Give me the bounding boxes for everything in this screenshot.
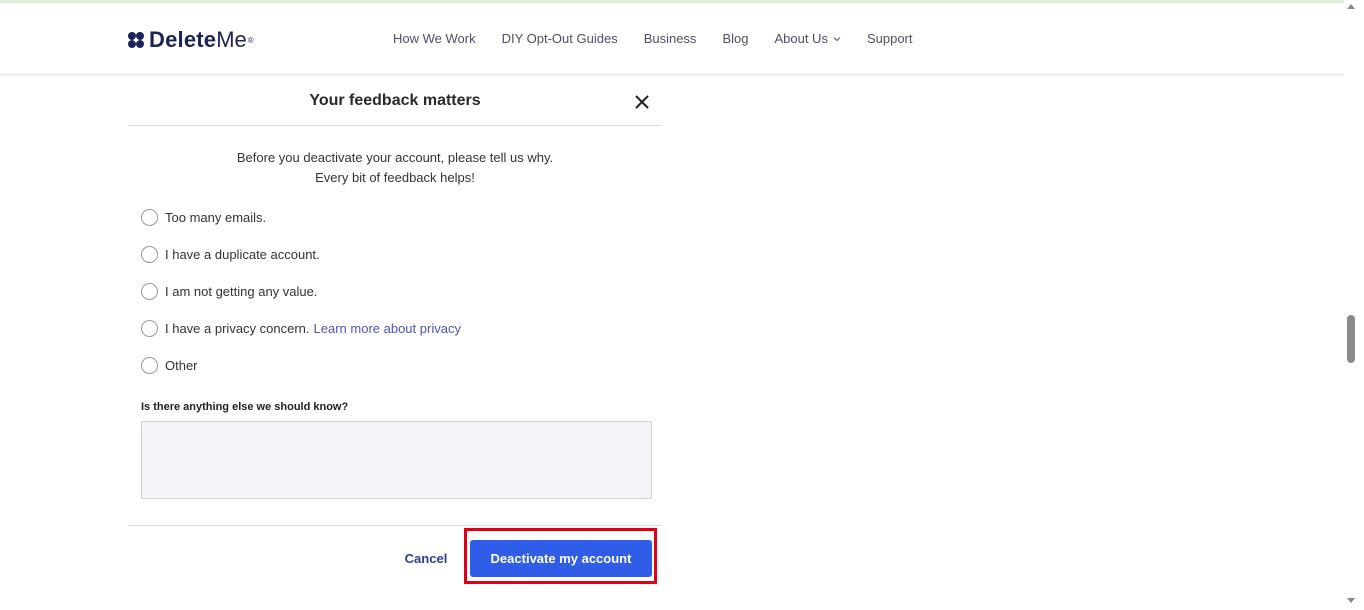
logo-mark-icon [128,32,144,48]
radio-button[interactable] [141,209,158,226]
modal-header: Your feedback matters [128,78,662,126]
logo-registered-mark: ® [247,35,254,45]
nav-business[interactable]: Business [644,31,697,46]
radio-button[interactable] [141,246,158,263]
nav-support[interactable]: Support [867,31,913,46]
radio-button[interactable] [141,283,158,300]
logo-text-bold: Delete [149,27,217,52]
scroll-down-arrow-icon[interactable] [1347,598,1355,603]
modal-intro: Before you deactivate your account, plea… [128,148,662,188]
deleteme-logo[interactable]: Delete Me ® [127,27,254,53]
intro-line-1: Before you deactivate your account, plea… [236,150,554,165]
chevron-down-icon [833,36,841,41]
close-icon[interactable] [633,93,651,111]
nav-how-we-work[interactable]: How We Work [393,31,476,46]
option-too-many-emails[interactable]: Too many emails. [141,209,266,226]
option-label: I have a duplicate account. [165,247,320,262]
radio-button[interactable] [141,357,158,374]
nav-blog[interactable]: Blog [722,31,748,46]
option-no-value[interactable]: I am not getting any value. [141,283,317,300]
deactivate-account-button[interactable]: Deactivate my account [470,540,652,577]
intro-line-2: Every bit of feedback helps! [315,170,475,185]
cancel-button[interactable]: Cancel [393,548,459,568]
nav-about-us-label: About Us [774,31,828,46]
additional-feedback-textarea[interactable] [141,421,652,499]
option-duplicate-account[interactable]: I have a duplicate account. [141,246,320,263]
feedback-modal: Your feedback matters Before you deactiv… [128,78,662,598]
learn-more-privacy-link[interactable]: Learn more about privacy [314,321,461,336]
modal-footer-divider [128,525,662,526]
option-label: I am not getting any value. [165,284,318,299]
site-header: Delete Me ® How We Work DIY Opt-Out Guides… [0,3,1344,75]
logo-text-light: Me [216,27,247,52]
additional-feedback-label: Is there anything else we should know? [141,401,349,413]
scrollbar-thumb[interactable] [1347,315,1355,363]
nav-diy-opt-out-guides[interactable]: DIY Opt-Out Guides [502,31,618,46]
option-label: Other [165,358,198,373]
scroll-up-arrow-icon[interactable] [1347,4,1355,9]
nav-about-us[interactable]: About Us [774,31,841,46]
option-label: I have a privacy concern. [165,321,310,336]
scrollbar[interactable] [1344,0,1364,610]
radio-button[interactable] [141,320,158,337]
option-privacy-concern[interactable]: I have a privacy concern. Learn more abo… [141,320,461,337]
option-label: Too many emails. [165,210,267,225]
modal-title: Your feedback matters [309,92,481,109]
option-other[interactable]: Other [141,357,198,374]
main-nav: How We Work DIY Opt-Out Guides Business … [393,31,939,46]
